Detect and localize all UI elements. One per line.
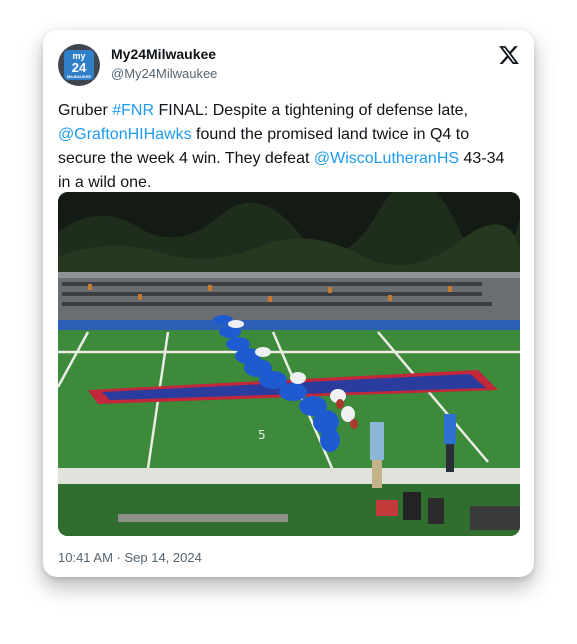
tweet-text-segment: Gruber <box>58 102 113 119</box>
tweet-photo[interactable]: 5 <box>58 192 520 536</box>
avatar[interactable]: my 24 MILWAUKEE <box>58 44 100 86</box>
tweet-timestamp[interactable]: 10:41 AM · Sep 14, 2024 <box>58 550 202 565</box>
display-name[interactable]: My24Milwaukee <box>111 46 216 62</box>
x-logo-icon[interactable] <box>498 44 520 66</box>
user-handle[interactable]: @My24Milwaukee <box>111 66 217 81</box>
logo-text-24: 24 <box>71 59 87 75</box>
tweet-text: Gruber #FNR FINAL: Despite a tightening … <box>58 99 520 195</box>
tweet-link[interactable]: @WiscoLutheranHS <box>314 150 459 167</box>
my24-logo: my 24 MILWAUKEE <box>64 50 94 80</box>
tweet-link[interactable]: @GraftonHIHawks <box>58 126 192 143</box>
tweet-link[interactable]: #FNR <box>112 102 154 119</box>
field-yard-marker: 5 <box>258 428 266 442</box>
logo-text-city: MILWAUKEE <box>66 73 92 79</box>
tweet-text-segment: FINAL: Despite a tightening of defense l… <box>154 102 468 119</box>
football-field-photo: 5 <box>58 192 520 536</box>
tweet-card[interactable]: my 24 MILWAUKEE My24Milwaukee @My24Milwa… <box>43 30 534 577</box>
